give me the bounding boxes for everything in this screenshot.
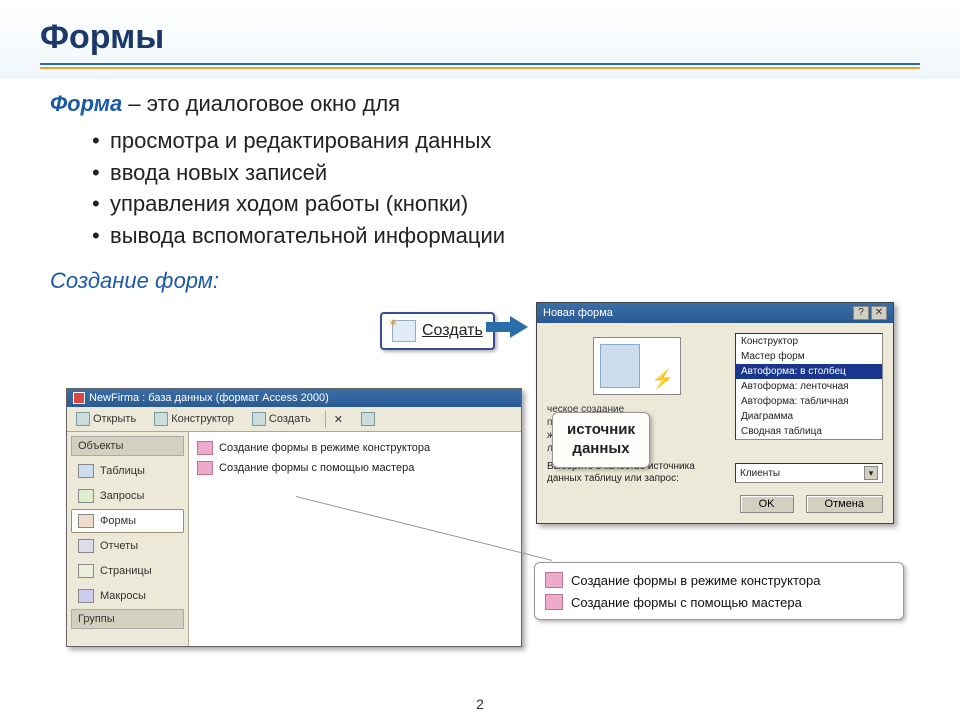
bullet-list: просмотра и редактирования данных ввода … (50, 119, 910, 261)
design-icon (154, 412, 168, 426)
sidebar-item-macros[interactable]: Макросы (71, 584, 184, 608)
sidebar-footer: Группы (71, 609, 184, 629)
ok-button[interactable]: OK (740, 495, 794, 513)
wizard-icon (197, 441, 213, 455)
macro-icon (78, 589, 94, 603)
database-window: NewFirma : база данных (формат Access 20… (66, 388, 522, 647)
listbox-item[interactable]: Мастер форм (736, 349, 882, 364)
list-item[interactable]: Создание формы в режиме конструктора (195, 438, 515, 458)
query-icon (78, 489, 94, 503)
page-icon (78, 564, 94, 578)
sidebar-item-queries[interactable]: Запросы (71, 484, 184, 508)
listbox-item[interactable]: Автоформа: ленточная (736, 379, 882, 394)
help-button[interactable]: ? (853, 306, 869, 320)
db-toolbar: Открыть Конструктор Создать ✕ (67, 407, 521, 432)
source-combo[interactable]: Клиенты ▾ (735, 463, 883, 483)
listbox-item[interactable]: Сводная таблица (736, 424, 882, 439)
bullet-item: ввода новых записей (92, 157, 910, 189)
rule-blue (40, 63, 920, 65)
zoom-row: Создание формы в режиме конструктора (545, 569, 893, 591)
page-number: 2 (0, 696, 960, 712)
grid-icon (361, 412, 375, 426)
open-button[interactable]: Открыть (72, 410, 140, 428)
lead-rest: – это диалоговое окно для (122, 91, 400, 116)
lead-emphasis: Форма (50, 91, 122, 116)
rule-amber (40, 67, 920, 69)
sidebar-item-pages[interactable]: Страницы (71, 559, 184, 583)
delete-button[interactable]: ✕ (325, 411, 347, 428)
report-icon (78, 539, 94, 553)
form-preview-icon (593, 337, 681, 395)
cancel-button[interactable]: Отмена (806, 495, 883, 513)
app-icon (73, 392, 85, 404)
design-button[interactable]: Конструктор (150, 410, 238, 428)
view-icons-button[interactable] (357, 410, 379, 428)
db-sidebar: Объекты Таблицы Запросы Формы Отчеты Стр… (67, 432, 189, 646)
dialog-title: Новая форма (543, 307, 613, 319)
sidebar-item-reports[interactable]: Отчеты (71, 534, 184, 558)
close-button[interactable]: ✕ (871, 306, 887, 320)
form-icon (78, 514, 94, 528)
zoom-row: Создание формы с помощью мастера (545, 591, 893, 613)
db-window-titlebar: NewFirma : база данных (формат Access 20… (67, 389, 521, 407)
sidebar-item-forms[interactable]: Формы (71, 509, 184, 533)
new-icon (252, 412, 266, 426)
arrow-right-icon (486, 316, 530, 338)
combo-value: Клиенты (740, 468, 780, 479)
subheading: Создание форм: (50, 268, 910, 294)
chevron-down-icon: ▾ (864, 466, 878, 480)
table-icon (78, 464, 94, 478)
lead-text: Форма – это диалоговое окно для (50, 89, 910, 119)
listbox-item[interactable]: Автоформа: табличная (736, 394, 882, 409)
bullet-item: управления ходом работы (кнопки) (92, 188, 910, 220)
create-button[interactable]: Создать (248, 410, 315, 428)
sidebar-item-tables[interactable]: Таблицы (71, 459, 184, 483)
dialog-titlebar: Новая форма ? ✕ (537, 303, 893, 323)
callout-source: источник данных (552, 412, 650, 468)
bullet-item: просмотра и редактирования данных (92, 125, 910, 157)
db-window-title: NewFirma : база данных (формат Access 20… (89, 392, 329, 404)
wizard-icon (545, 594, 563, 610)
bullet-item: вывода вспомогательной информации (92, 220, 910, 252)
new-form-icon (392, 320, 416, 342)
listbox-item[interactable]: Диаграмма (736, 409, 882, 424)
page-title: Формы (40, 18, 920, 57)
create-button-callout: Создать (380, 312, 495, 350)
create-button-label: Создать (422, 322, 483, 340)
listbox-item-selected[interactable]: Автоформа: в столбец (736, 364, 882, 379)
wizard-icon (545, 572, 563, 588)
form-type-listbox[interactable]: Конструктор Мастер форм Автоформа: в сто… (735, 333, 883, 440)
wizard-icon (197, 461, 213, 475)
sidebar-header: Объекты (71, 436, 184, 456)
listbox-item[interactable]: Конструктор (736, 334, 882, 349)
open-icon (76, 412, 90, 426)
callout-zoom-list: Создание формы в режиме конструктора Соз… (534, 562, 904, 620)
list-item[interactable]: Создание формы с помощью мастера (195, 458, 515, 478)
